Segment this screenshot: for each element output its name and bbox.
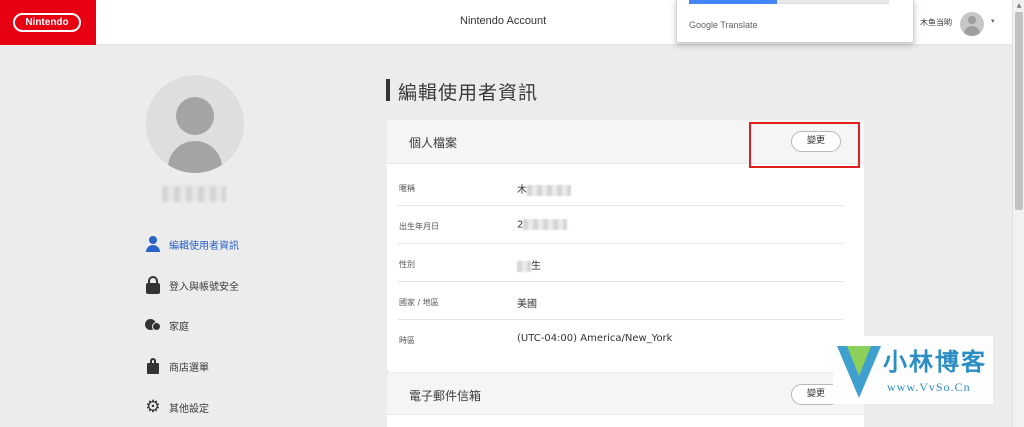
row-label: 暱稱 xyxy=(399,184,415,193)
family-icon xyxy=(144,316,162,334)
sidebar-item-shop-menu[interactable]: 商店選單 xyxy=(144,356,209,376)
sidebar-item-label: 其他設定 xyxy=(169,403,209,415)
email-card: 電子郵件信箱 變更 xyxy=(387,373,864,427)
row-value: 生 xyxy=(517,257,541,272)
person-icon xyxy=(144,235,162,253)
row-label: 出生年月日 xyxy=(399,222,439,231)
lock-icon xyxy=(144,276,162,294)
blurred-value xyxy=(527,184,571,196)
row-label: 性別 xyxy=(399,260,415,269)
profile-row-gender: 性別 生 xyxy=(398,244,843,282)
translate-tab-active[interactable] xyxy=(689,0,777,4)
profile-row-timezone: 時區 (UTC-04:00) America/New_York xyxy=(398,320,843,358)
watermark-logo-accent xyxy=(847,346,871,376)
google-translate-label: Google Translate xyxy=(689,20,758,30)
user-avatar[interactable] xyxy=(960,12,984,36)
title-accent-bar xyxy=(386,79,390,101)
nintendo-logo[interactable]: Nintendo xyxy=(0,0,96,45)
row-label: 時區 xyxy=(399,336,415,345)
watermark: 小林博客 www.VvSo.Cn xyxy=(833,336,993,404)
sidebar-item-label: 編輯使用者資訊 xyxy=(169,240,239,252)
profile-row-nickname: 暱稱 木 xyxy=(398,168,843,206)
profile-card-title: 個人檔案 xyxy=(409,136,458,150)
google-translate-popup: Google Translate xyxy=(676,0,914,43)
nintendo-logo-text: Nintendo xyxy=(13,13,81,32)
sidebar-item-family[interactable]: 家庭 xyxy=(144,315,189,335)
sidebar-item-other-settings[interactable]: ⚙ 其他設定 xyxy=(144,397,209,417)
sidebar-item-login-security[interactable]: 登入與帳號安全 xyxy=(144,275,239,295)
profile-avatar xyxy=(146,75,244,173)
chevron-down-icon[interactable]: ▾ xyxy=(991,17,995,25)
change-button-highlight xyxy=(749,122,860,168)
header-title: Nintendo Account xyxy=(460,15,547,27)
profile-row-country: 國家 / 地區 美國 xyxy=(398,282,843,320)
watermark-title: 小林博客 xyxy=(883,348,987,376)
watermark-url: www.VvSo.Cn xyxy=(887,380,971,394)
blurred-value xyxy=(517,260,531,272)
gear-icon: ⚙ xyxy=(145,397,161,417)
user-name[interactable]: 木鱼当哟 xyxy=(920,17,952,28)
page-title: 編輯使用者資訊 xyxy=(398,82,539,104)
sidebar-item-label: 商店選單 xyxy=(169,362,209,374)
scrollbar-thumb[interactable] xyxy=(1015,12,1023,210)
profile-row-birthday: 出生年月日 2 xyxy=(398,206,843,244)
blurred-value xyxy=(523,219,568,230)
sidebar-item-edit-user-info[interactable]: 編輯使用者資訊 xyxy=(144,234,239,254)
row-label: 國家 / 地區 xyxy=(399,298,439,307)
scroll-up-icon[interactable]: ▲ xyxy=(1013,2,1024,9)
row-value: (UTC-04:00) America/New_York xyxy=(517,333,673,344)
page-scrollbar[interactable]: ▲ xyxy=(1012,0,1024,427)
row-value: 2 xyxy=(517,219,568,231)
sidebar-item-label: 登入與帳號安全 xyxy=(169,281,239,293)
email-card-title: 電子郵件信箱 xyxy=(409,389,482,403)
email-card-header: 電子郵件信箱 變更 xyxy=(387,373,864,415)
row-value: 木 xyxy=(517,181,571,196)
row-value: 美國 xyxy=(517,299,537,310)
shopping-bag-icon xyxy=(144,357,162,375)
sidebar-item-label: 家庭 xyxy=(169,321,189,333)
blurred-username xyxy=(162,186,226,202)
